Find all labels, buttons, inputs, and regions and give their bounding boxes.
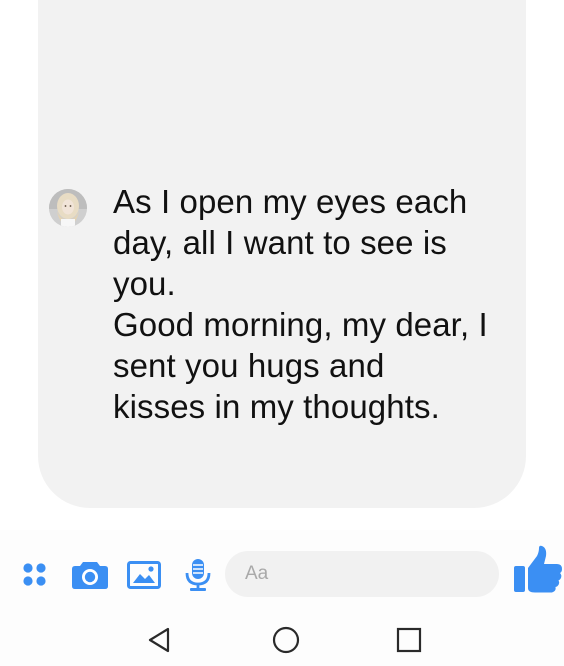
message-input[interactable] [245, 551, 485, 597]
contact-avatar[interactable] [49, 189, 87, 227]
home-circle-icon[interactable] [272, 626, 300, 654]
microphone-icon[interactable] [184, 558, 212, 592]
thumbs-up-icon[interactable] [513, 545, 563, 595]
image-icon[interactable] [127, 561, 161, 589]
chat-area: As I open my eyes each day, all I want t… [0, 0, 564, 530]
message-text: As I open my eyes each day, all I want t… [113, 183, 488, 425]
four-dots-icon[interactable] [21, 561, 49, 589]
back-triangle-icon[interactable] [147, 627, 171, 653]
composer-bar [0, 530, 564, 612]
message-input-container[interactable] [225, 551, 499, 597]
system-navigation-bar [0, 612, 564, 666]
camera-icon[interactable] [71, 560, 109, 590]
avatar-image [49, 189, 87, 227]
recents-square-icon[interactable] [396, 627, 422, 653]
